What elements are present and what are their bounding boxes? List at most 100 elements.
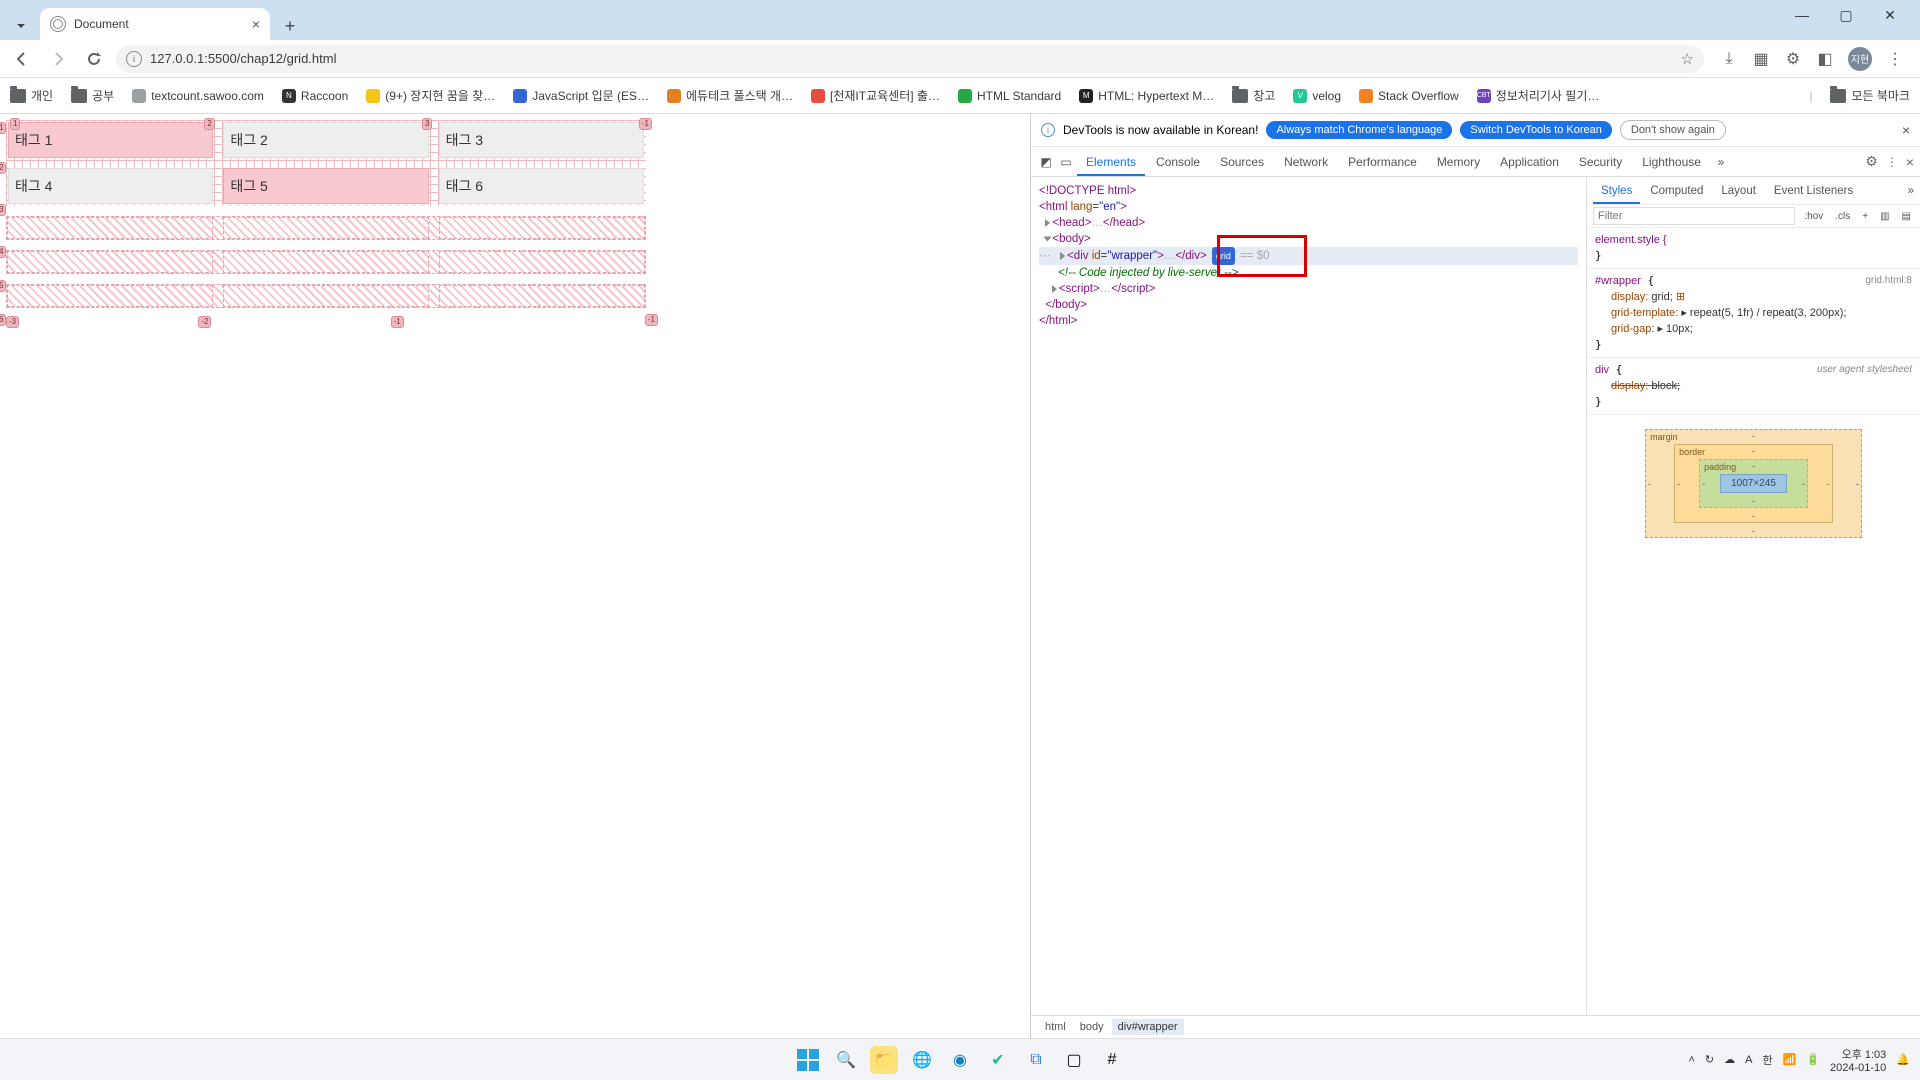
url-field[interactable]: i 127.0.0.1:5500/chap12/grid.html ☆	[116, 45, 1704, 73]
nav-back-button[interactable]	[8, 45, 36, 73]
banner-button-match[interactable]: Always match Chrome's language	[1266, 121, 1452, 139]
style-rule-element[interactable]: element.style {}	[1587, 228, 1920, 269]
bookmark-item[interactable]: (9+) 장지현 꿈을 찾…	[366, 87, 495, 104]
profile-avatar[interactable]: 지현	[1848, 47, 1872, 71]
bookmark-item[interactable]: Stack Overflow	[1359, 89, 1459, 103]
bookmark-item[interactable]: textcount.sawoo.com	[132, 89, 264, 103]
taskbar-app-icon[interactable]: ✔	[984, 1046, 1012, 1074]
taskbar-search-icon[interactable]: 🔍	[832, 1046, 860, 1074]
banner-message: DevTools is now available in Korean!	[1063, 123, 1258, 137]
tab-styles[interactable]: Styles	[1593, 177, 1640, 204]
nav-forward-button[interactable]	[44, 45, 72, 73]
bookmark-item[interactable]: MHTML: Hypertext M…	[1079, 89, 1214, 103]
taskbar-edge-icon[interactable]: ◉	[946, 1046, 974, 1074]
tab-elements[interactable]: Elements	[1077, 147, 1145, 176]
nav-reload-button[interactable]	[80, 45, 108, 73]
styles-panel-icon[interactable]: ▥	[1877, 211, 1892, 222]
tab-search-dropdown[interactable]	[6, 12, 36, 40]
banner-close-icon[interactable]: ×	[1902, 122, 1910, 138]
taskbar-slack-icon[interactable]: #	[1098, 1046, 1126, 1074]
install-icon[interactable]: ⤓	[1720, 50, 1738, 68]
style-rule-wrapper[interactable]: grid.html:8 #wrapper { display: grid; ⊞ …	[1587, 269, 1920, 358]
tray-ime-a[interactable]: A	[1745, 1054, 1752, 1066]
new-tab-button[interactable]: +	[276, 12, 304, 40]
bookmark-item[interactable]: NRaccoon	[282, 89, 348, 103]
styles-filter-input[interactable]	[1593, 207, 1795, 225]
bookmark-item[interactable]: 공부	[71, 87, 114, 104]
crumb-wrapper[interactable]: div#wrapper	[1112, 1019, 1184, 1035]
dom-selected-node[interactable]: ⋯ <div id="wrapper">…</div> grid == $0	[1039, 247, 1578, 265]
taskbar-tray[interactable]: ˄ ↻ ☁ A 한 📶 🔋 오후 1:03 2024-01-10 🔔	[1688, 1046, 1910, 1074]
toolbar-icons: ⤓ ▦ ⚙ ◧ 지현 ⋮	[1712, 47, 1912, 71]
extensions-icon[interactable]: ▦	[1752, 50, 1770, 68]
bookmark-item[interactable]: JavaScript 입문 (ES…	[513, 87, 649, 104]
browser-tab-active[interactable]: Document ×	[40, 8, 270, 40]
grid-line-label: 5	[0, 280, 6, 292]
tab-lighthouse[interactable]: Lighthouse	[1633, 147, 1710, 176]
devtools-close-icon[interactable]: ×	[1906, 154, 1914, 170]
tabs-overflow-icon[interactable]: »	[1712, 155, 1730, 169]
tab-console[interactable]: Console	[1147, 147, 1209, 176]
site-info-icon[interactable]: i	[126, 51, 142, 67]
banner-button-dismiss[interactable]: Don't show again	[1620, 120, 1726, 140]
tray-notifications-icon[interactable]: 🔔	[1896, 1053, 1910, 1066]
new-rule-button[interactable]: +	[1859, 211, 1871, 222]
device-icon[interactable]: ▭	[1057, 155, 1075, 169]
tray-cloud-icon[interactable]: ☁	[1724, 1053, 1735, 1066]
bookmark-item[interactable]: 개인	[10, 87, 53, 104]
puzzle-icon[interactable]: ⚙	[1784, 50, 1802, 68]
styles-panel-icon[interactable]: ▤	[1899, 211, 1914, 222]
grid-cell: 태그 1	[8, 122, 213, 158]
tray-chevron-icon[interactable]: ˄	[1688, 1054, 1694, 1066]
crumb-body[interactable]: body	[1074, 1019, 1110, 1035]
tray-lang[interactable]: 한	[1762, 1052, 1772, 1068]
hov-toggle[interactable]: :hov	[1801, 211, 1826, 222]
tab-sources[interactable]: Sources	[1211, 147, 1273, 176]
cls-toggle[interactable]: .cls	[1832, 211, 1853, 222]
tab-application[interactable]: Application	[1491, 147, 1568, 176]
sidepanel-icon[interactable]: ◧	[1816, 50, 1834, 68]
grid-line-label: 3	[422, 118, 432, 130]
tab-memory[interactable]: Memory	[1428, 147, 1489, 176]
bookmark-item[interactable]: 에듀테크 풀스택 개…	[667, 87, 793, 104]
globe-icon	[50, 16, 66, 32]
inspect-icon[interactable]: ◩	[1037, 155, 1055, 169]
taskbar-notion-icon[interactable]: ▢	[1060, 1046, 1088, 1074]
grid-badge[interactable]: grid	[1212, 247, 1235, 265]
tab-network[interactable]: Network	[1275, 147, 1337, 176]
bookmark-star-icon[interactable]: ☆	[1681, 50, 1694, 68]
tab-event-listeners[interactable]: Event Listeners	[1766, 177, 1861, 204]
tab-performance[interactable]: Performance	[1339, 147, 1426, 176]
bookmark-item[interactable]: [천재IT교육센터] 출…	[811, 87, 940, 104]
tab-security[interactable]: Security	[1570, 147, 1631, 176]
styles-tabs-overflow-icon[interactable]: »	[1908, 185, 1914, 197]
tray-sync-icon[interactable]: ↻	[1705, 1053, 1714, 1066]
grid-line-label: -1	[639, 118, 652, 130]
taskbar-chrome-icon[interactable]: 🌐	[908, 1046, 936, 1074]
crumb-html[interactable]: html	[1039, 1019, 1072, 1035]
kebab-menu-icon[interactable]: ⋮	[1886, 50, 1904, 68]
tray-battery-icon[interactable]: 🔋	[1806, 1053, 1820, 1066]
bookmark-item[interactable]: HTML Standard	[958, 89, 1061, 103]
dom-tree[interactable]: <!DOCTYPE html> <html lang="en"> <head>……	[1031, 177, 1586, 1015]
start-button[interactable]	[794, 1046, 822, 1074]
close-button[interactable]: ✕	[1876, 7, 1904, 24]
tab-close-icon[interactable]: ×	[252, 16, 260, 32]
tab-layout[interactable]: Layout	[1713, 177, 1764, 204]
minimize-button[interactable]: —	[1788, 7, 1816, 24]
tray-wifi-icon[interactable]: 📶	[1783, 1053, 1797, 1066]
bookmark-item[interactable]: CBT정보처리기사 필기…	[1477, 87, 1600, 104]
styles-toolbar: :hov .cls + ▥ ▤	[1587, 205, 1920, 228]
taskbar-vscode-icon[interactable]: ⧉	[1022, 1046, 1050, 1074]
devtools-kebab-icon[interactable]: ⋮	[1886, 155, 1898, 169]
banner-button-switch[interactable]: Switch DevTools to Korean	[1460, 121, 1611, 139]
bookmark-item[interactable]: 창고	[1232, 87, 1275, 104]
bookmarks-overflow[interactable]: 모든 북마크	[1830, 87, 1910, 104]
taskbar-explorer-icon[interactable]: 📁	[870, 1046, 898, 1074]
styles-panel: Styles Computed Layout Event Listeners »…	[1586, 177, 1920, 1015]
style-rule-uas[interactable]: user agent stylesheet div { display: blo…	[1587, 358, 1920, 415]
settings-icon[interactable]: ⚙	[1865, 153, 1878, 170]
bookmark-item[interactable]: Vvelog	[1293, 89, 1341, 103]
maximize-button[interactable]: ▢	[1832, 7, 1860, 24]
tab-computed[interactable]: Computed	[1642, 177, 1711, 204]
